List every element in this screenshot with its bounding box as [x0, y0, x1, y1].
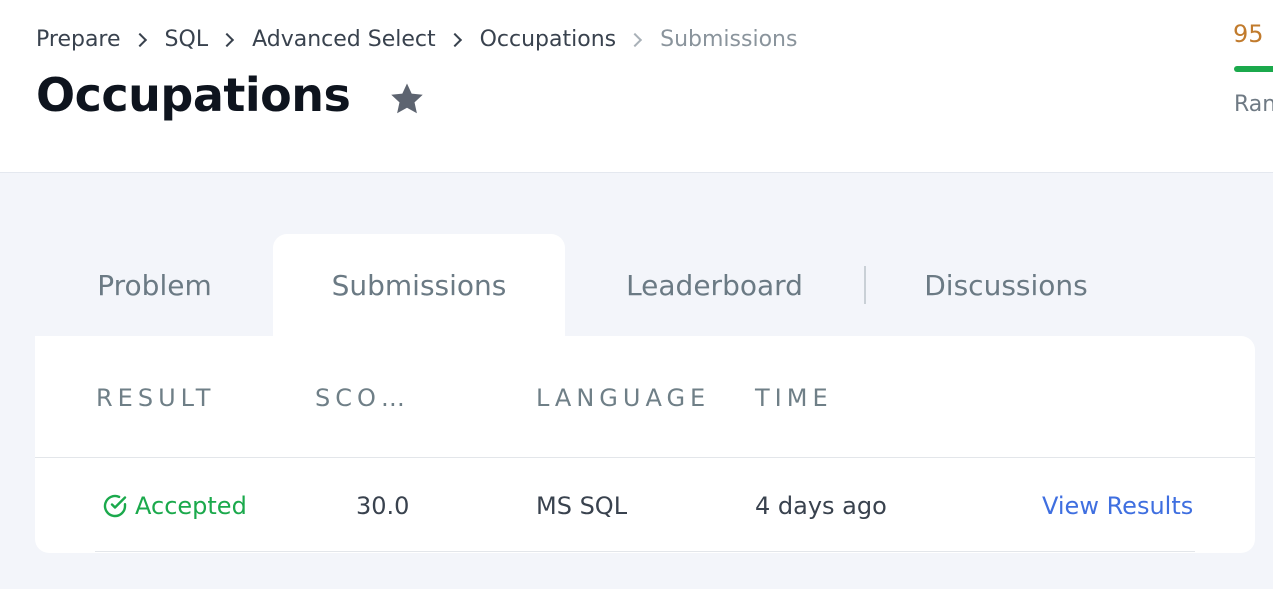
submissions-table: RESULT SCO… LANGUAGE TIME Accepted 30.0 … — [35, 336, 1255, 553]
time-cell: 4 days ago — [755, 492, 887, 520]
result-text: Accepted — [135, 492, 247, 520]
language-cell: MS SQL — [536, 492, 628, 520]
tab-label: Leaderboard — [626, 268, 803, 302]
tab-problem[interactable]: Problem — [36, 234, 273, 336]
breadcrumb-item-submissions: Submissions — [660, 27, 798, 52]
tab-label: Problem — [97, 268, 212, 302]
page-title: Occupations — [36, 68, 351, 122]
tab-submissions[interactable]: Submissions — [273, 234, 565, 336]
tab-label: Submissions — [331, 268, 507, 302]
breadcrumb-item-sql[interactable]: SQL — [165, 27, 209, 52]
chevron-right-icon — [447, 32, 462, 47]
column-header-result[interactable]: RESULT — [96, 384, 215, 412]
score-cell: 30.0 — [356, 492, 410, 520]
column-header-language[interactable]: LANGUAGE — [536, 384, 710, 412]
row-divider — [95, 551, 1195, 552]
breadcrumb: Prepare SQL Advanced Select Occupations … — [36, 27, 797, 52]
rank-label: Ran — [1234, 92, 1273, 117]
status-badge: Accepted — [101, 492, 247, 520]
check-circle-icon — [103, 494, 127, 518]
breadcrumb-item-occupations[interactable]: Occupations — [480, 27, 617, 52]
chevron-right-icon — [628, 32, 643, 47]
header-divider — [35, 457, 1255, 458]
column-header-score[interactable]: SCO… — [315, 384, 410, 412]
column-header-time[interactable]: TIME — [755, 384, 833, 412]
tab-label: Discussions — [924, 268, 1088, 302]
chevron-right-icon — [132, 32, 147, 47]
challenge-tabs: Problem Submissions Leaderboard Discussi… — [36, 234, 1256, 336]
breadcrumb-item-prepare[interactable]: Prepare — [36, 27, 121, 52]
page-header: Prepare SQL Advanced Select Occupations … — [0, 0, 1273, 173]
tab-discussions[interactable]: Discussions — [866, 234, 1146, 336]
chevron-right-icon — [220, 32, 235, 47]
score-value: 95 — [1233, 20, 1264, 48]
breadcrumb-item-advanced-select[interactable]: Advanced Select — [252, 27, 436, 52]
rank-progress-bar — [1234, 66, 1273, 72]
star-icon[interactable] — [386, 80, 428, 118]
view-results-link[interactable]: View Results — [1042, 492, 1193, 520]
tab-leaderboard[interactable]: Leaderboard — [565, 234, 864, 336]
